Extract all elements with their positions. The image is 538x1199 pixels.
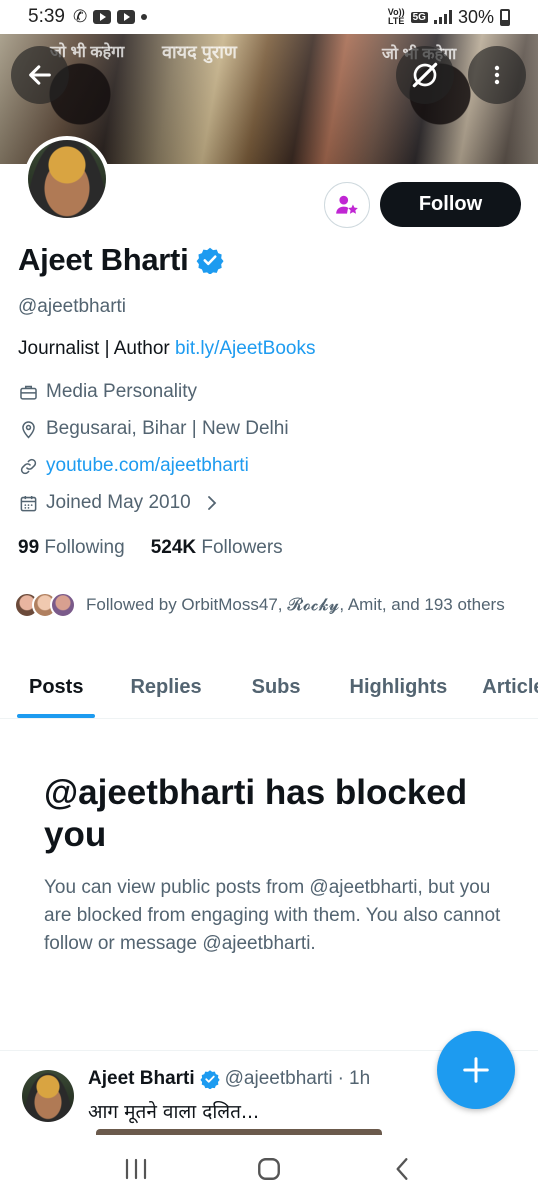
profile-bio: Journalist | Author bit.ly/AjeetBooks bbox=[18, 338, 316, 360]
website-link[interactable]: youtube.com/ajeetbharti bbox=[46, 455, 249, 477]
recent-apps-icon bbox=[126, 1158, 147, 1179]
profile-tabs: Posts Replies Subs Highlights Articles bbox=[0, 660, 538, 719]
tweet-author-name[interactable]: Ajeet Bharti bbox=[88, 1068, 195, 1090]
bio-text: Journalist | Author bbox=[18, 338, 176, 359]
network-type: 5G bbox=[410, 11, 428, 23]
profile-avatar[interactable] bbox=[24, 136, 110, 222]
tab-highlights[interactable]: Highlights bbox=[350, 660, 448, 718]
compose-button[interactable] bbox=[437, 1031, 515, 1109]
profile-handle: @ajeetbharti bbox=[18, 296, 127, 317]
battery-percent: 30% bbox=[457, 6, 494, 27]
profile-joined[interactable]: Joined May 2010 bbox=[18, 492, 219, 514]
tab-replies[interactable]: Replies bbox=[130, 660, 201, 718]
following-stat[interactable]: 99 Following bbox=[18, 537, 125, 559]
grok-button[interactable] bbox=[396, 46, 454, 104]
recent-apps-button[interactable] bbox=[116, 1149, 156, 1189]
blocked-title: @ajeetbharti has blocked you bbox=[44, 773, 468, 854]
profile-category: Media Personality bbox=[18, 381, 197, 403]
profile-website[interactable]: youtube.com/ajeetbharti bbox=[18, 455, 249, 477]
status-bar: 5:39 ✆ Vo)) LTE 5G 30% bbox=[0, 0, 538, 34]
follow-button[interactable]: Follow bbox=[380, 182, 521, 227]
battery-icon bbox=[500, 8, 510, 26]
verified-badge-icon[interactable] bbox=[196, 246, 224, 274]
tweet-header: Ajeet Bharti @ajeetbharti · 1h bbox=[88, 1068, 370, 1090]
youtube-notification-icon-2 bbox=[117, 10, 136, 24]
youtube-notification-icon bbox=[93, 10, 112, 24]
volte-indicator: Vo)) LTE bbox=[387, 7, 405, 26]
notification-icons: ✆ bbox=[72, 7, 148, 27]
calendar-icon bbox=[18, 493, 38, 513]
location-text: Begusarai, Bihar | New Delhi bbox=[46, 418, 289, 439]
tweet-time: 1h bbox=[349, 1068, 371, 1089]
back-chevron-icon bbox=[396, 1157, 408, 1180]
blocked-body: You can view public posts from @ajeetbha… bbox=[44, 877, 501, 954]
followers-label: Followers bbox=[196, 537, 283, 558]
profile-name: Ajeet Bharti bbox=[18, 242, 189, 277]
tab-subs[interactable]: Subs bbox=[252, 660, 301, 718]
tweet-avatar[interactable] bbox=[22, 1070, 74, 1122]
back-nav-button[interactable] bbox=[382, 1149, 422, 1189]
followers-stat[interactable]: 524K Followers bbox=[151, 537, 283, 559]
tab-articles[interactable]: Articles bbox=[482, 660, 538, 718]
tweet-separator: · bbox=[337, 1068, 344, 1089]
followed-by-avatars[interactable] bbox=[14, 592, 76, 618]
more-vertical-icon bbox=[494, 65, 500, 85]
grok-icon bbox=[412, 62, 438, 88]
bio-link[interactable]: bit.ly/AjeetBooks bbox=[175, 338, 315, 359]
tab-posts[interactable]: Posts bbox=[16, 660, 97, 718]
profile-location: Begusarai, Bihar | New Delhi bbox=[18, 418, 289, 440]
tweet-text[interactable]: आग मूतने वाला दलित... bbox=[88, 1098, 259, 1124]
chevron-right-icon bbox=[207, 496, 216, 510]
back-button[interactable] bbox=[11, 46, 69, 104]
system-nav-bar bbox=[0, 1138, 538, 1199]
subscribe-button[interactable] bbox=[324, 182, 370, 228]
tweet-media[interactable] bbox=[96, 1129, 382, 1135]
link-icon bbox=[18, 456, 38, 476]
subscribe-star-icon bbox=[336, 195, 358, 214]
tweet-author-handle: @ajeetbharti bbox=[224, 1068, 333, 1089]
back-arrow-icon bbox=[29, 65, 51, 85]
home-icon bbox=[258, 1157, 280, 1180]
more-notifications-dot-icon bbox=[141, 14, 148, 20]
followers-count: 524K bbox=[150, 537, 197, 558]
status-time: 5:39 bbox=[28, 6, 65, 27]
whatsapp-icon: ✆ bbox=[72, 7, 88, 26]
verified-badge-icon bbox=[200, 1070, 220, 1089]
briefcase-icon bbox=[18, 382, 38, 402]
joined-text: Joined May 2010 bbox=[46, 492, 191, 513]
followed-by-text[interactable]: Followed by OrbitMoss47, 𝓡𝓸𝓬𝓴𝔂, Amit, an… bbox=[86, 592, 506, 617]
location-pin-icon bbox=[18, 419, 38, 439]
following-label: Following bbox=[39, 537, 125, 558]
profile-stats: 99 Following 524K Followers bbox=[18, 537, 283, 559]
profile-name-row: Ajeet Bharti bbox=[18, 242, 224, 278]
more-options-button[interactable] bbox=[468, 46, 526, 104]
banner-text-mid: वायद पुराण bbox=[162, 42, 237, 62]
category-text: Media Personality bbox=[46, 381, 198, 402]
home-button[interactable] bbox=[249, 1149, 289, 1189]
signal-icon bbox=[433, 10, 452, 24]
plus-icon bbox=[463, 1057, 489, 1083]
follower-avatar-3 bbox=[50, 592, 76, 618]
following-count: 99 bbox=[18, 537, 40, 558]
